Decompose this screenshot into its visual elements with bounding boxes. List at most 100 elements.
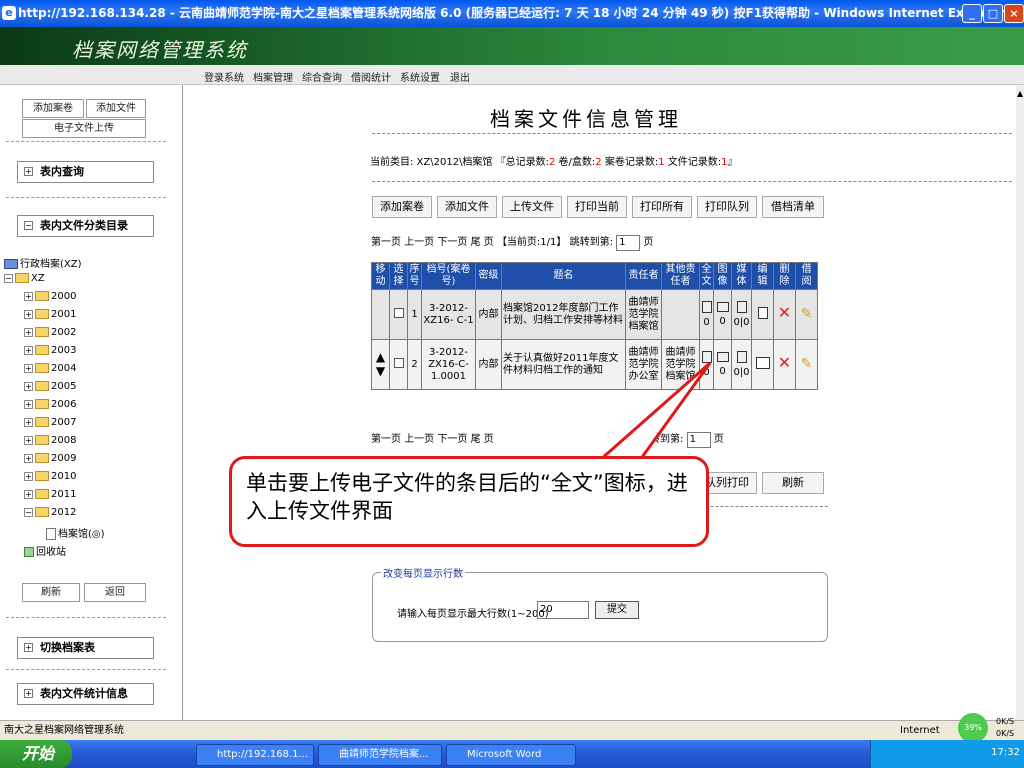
add-file-button[interactable]: 添加文件 bbox=[86, 99, 146, 118]
col-resp: 责任者 bbox=[625, 262, 662, 290]
document-icon bbox=[46, 528, 56, 540]
tree-recycle[interactable]: 回收站 bbox=[24, 543, 66, 558]
nav-settings[interactable]: 系统设置 bbox=[400, 69, 440, 84]
tree-year[interactable]: +2006 bbox=[24, 399, 76, 410]
tree-node-xz[interactable]: − XZ bbox=[4, 273, 45, 284]
row-checkbox[interactable] bbox=[393, 307, 404, 318]
tree-year[interactable]: −2012 bbox=[24, 507, 76, 518]
add-volume-tool-button[interactable]: 添加案卷 bbox=[372, 196, 432, 218]
borrow-icon[interactable]: ✎ bbox=[801, 356, 813, 372]
col-delete: 删除 bbox=[773, 262, 796, 290]
tree-year[interactable]: +2001 bbox=[24, 309, 76, 320]
move-down-icon[interactable]: ▼ bbox=[376, 364, 385, 378]
folder-icon bbox=[35, 327, 49, 337]
tree-leaf-archive[interactable]: 档案馆(◎) bbox=[46, 525, 105, 540]
expand-icon: + bbox=[24, 167, 33, 176]
page-jump-input[interactable]: 1 bbox=[616, 235, 641, 251]
expand-icon: + bbox=[24, 689, 33, 698]
section-stats[interactable]: + 表内文件统计信息 bbox=[17, 683, 154, 705]
add-file-tool-button[interactable]: 添加文件 bbox=[437, 196, 497, 218]
media-icon[interactable] bbox=[736, 300, 747, 313]
close-button[interactable]: × bbox=[1004, 4, 1024, 23]
delete-icon[interactable]: ✕ bbox=[778, 353, 791, 372]
submit-button[interactable]: 提交 bbox=[595, 601, 639, 619]
tree-year[interactable]: +2000 bbox=[24, 291, 76, 302]
media-icon[interactable] bbox=[736, 350, 747, 363]
minimize-button[interactable]: _ bbox=[962, 4, 982, 23]
fulltext-icon[interactable] bbox=[701, 300, 712, 313]
annotation-callout: 单击要上传电子文件的条目后的“全文”图标，进入上传文件界面 bbox=[229, 456, 709, 547]
col-borrow: 借阅 bbox=[795, 262, 818, 290]
edit-icon[interactable] bbox=[755, 356, 770, 369]
page-indicator: 【当前页:1/1】 bbox=[496, 237, 567, 248]
prev-page-link[interactable]: 上一页 bbox=[404, 237, 434, 248]
print-all-button[interactable]: 打印所有 bbox=[632, 196, 692, 218]
media-cell[interactable]: 0|0 bbox=[731, 289, 752, 340]
prev-page-link[interactable]: 上一页 bbox=[404, 434, 434, 445]
nav-login[interactable]: 登录系统 bbox=[204, 69, 244, 84]
task-word[interactable]: Microsoft Word bbox=[446, 744, 576, 766]
first-page-link[interactable]: 第一页 bbox=[371, 237, 401, 248]
nav-logout[interactable]: 退出 bbox=[450, 69, 470, 84]
start-button[interactable]: 开始 bbox=[0, 740, 72, 768]
print-queue-button[interactable]: 打印队列 bbox=[697, 196, 757, 218]
rows-label: 请输入每页显示最大行数(1~200) bbox=[397, 609, 549, 620]
tree-year[interactable]: +2003 bbox=[24, 345, 76, 356]
edit-icon[interactable] bbox=[757, 306, 768, 319]
borrow-list-button[interactable]: 借档清单 bbox=[762, 196, 824, 218]
fulltext-cell[interactable]: 0 bbox=[699, 289, 714, 340]
current-category: 当前类目: XZ\2012\档案馆 『总记录数:2 卷/盒数:2 案卷记录数:1… bbox=[370, 157, 738, 168]
delete-icon[interactable]: ✕ bbox=[778, 303, 791, 322]
tree-year[interactable]: +2002 bbox=[24, 327, 76, 338]
first-page-link[interactable]: 第一页 bbox=[371, 434, 401, 445]
move-up-icon[interactable]: ▲ bbox=[376, 350, 385, 364]
folder-icon bbox=[35, 507, 49, 517]
tree-year[interactable]: +2004 bbox=[24, 363, 76, 374]
divider bbox=[6, 669, 166, 670]
speed-up: 0K/S bbox=[996, 717, 1015, 726]
nav-query[interactable]: 综合查询 bbox=[302, 69, 342, 84]
upload-file-button[interactable]: 上传文件 bbox=[502, 196, 562, 218]
section-catalog[interactable]: − 表内文件分类目录 bbox=[17, 215, 154, 237]
add-volume-button[interactable]: 添加案卷 bbox=[22, 99, 84, 118]
refresh-button[interactable]: 刷新 bbox=[22, 583, 80, 602]
refresh-list-button[interactable]: 刷新 bbox=[762, 472, 824, 494]
nav-stats[interactable]: 借阅统计 bbox=[351, 69, 391, 84]
image-icon[interactable] bbox=[716, 301, 729, 312]
collapse-icon: − bbox=[4, 273, 13, 283]
section-query[interactable]: + 表内查询 bbox=[17, 161, 154, 183]
expand-icon: + bbox=[24, 399, 33, 409]
tree-year[interactable]: +2007 bbox=[24, 417, 76, 428]
next-page-link[interactable]: 下一页 bbox=[437, 237, 467, 248]
last-page-link[interactable]: 尾 页 bbox=[471, 434, 494, 445]
upload-button[interactable]: 电子文件上传 bbox=[22, 119, 146, 138]
move-cell[interactable]: ▲ ▼ bbox=[371, 339, 390, 390]
folder-icon bbox=[35, 453, 49, 463]
app-title: 档案网络管理系统 bbox=[72, 38, 248, 62]
next-page-link[interactable]: 下一页 bbox=[437, 434, 467, 445]
media-cell[interactable]: 0|0 bbox=[731, 339, 752, 390]
tree-year[interactable]: +2011 bbox=[24, 489, 76, 500]
image-cell[interactable]: 0 bbox=[713, 289, 732, 340]
maximize-button[interactable]: □ bbox=[983, 4, 1003, 23]
tree-year[interactable]: +2010 bbox=[24, 471, 76, 482]
section-catalog-label: 表内文件分类目录 bbox=[40, 219, 128, 232]
vertical-scrollbar[interactable]: ▲ bbox=[1016, 85, 1024, 720]
jump-label: 跳转到第: bbox=[569, 237, 613, 248]
tree-root[interactable]: 行政档案(XZ) bbox=[4, 255, 82, 270]
last-page-link[interactable]: 尾 页 bbox=[471, 237, 494, 248]
status-bar: 南大之星档案网络管理系统 Internet 39% 0K/S 0K/S bbox=[0, 713, 1024, 743]
tree-year[interactable]: +2009 bbox=[24, 453, 76, 464]
tree-year[interactable]: +2008 bbox=[24, 435, 76, 446]
back-button[interactable]: 返回 bbox=[84, 583, 146, 602]
row-checkbox[interactable] bbox=[393, 357, 404, 368]
nav-archive[interactable]: 档案管理 bbox=[253, 69, 293, 84]
rows-input[interactable]: 20 bbox=[537, 601, 589, 619]
tree-year[interactable]: +2005 bbox=[24, 381, 76, 392]
borrow-icon[interactable]: ✎ bbox=[801, 306, 813, 322]
task-ie[interactable]: http://192.168.1... bbox=[196, 744, 314, 766]
db-icon bbox=[4, 259, 18, 269]
print-current-button[interactable]: 打印当前 bbox=[567, 196, 627, 218]
section-switch[interactable]: + 切换档案表 bbox=[17, 637, 154, 659]
task-archive[interactable]: 曲靖师范学院档案... bbox=[318, 744, 442, 766]
